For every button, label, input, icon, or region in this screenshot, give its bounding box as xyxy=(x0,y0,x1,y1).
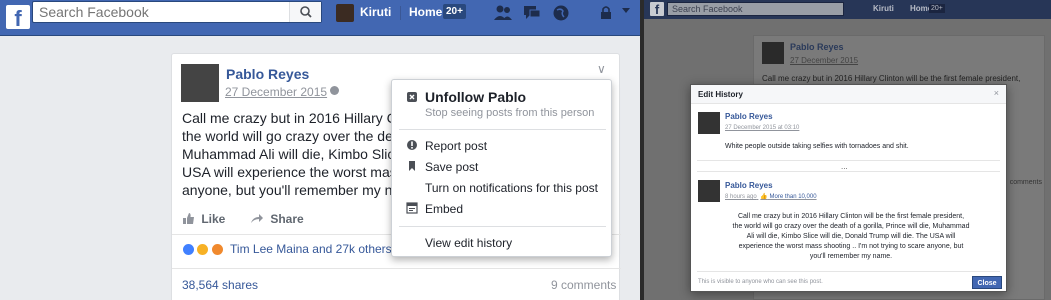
haha-reaction-icon xyxy=(210,243,224,257)
reactions-text: Tim Lee Maina and 27k others xyxy=(230,242,392,256)
post-text-line: Call me crazy but in 2016 Hillary Clint xyxy=(182,110,394,126)
privacy-lock-icon[interactable] xyxy=(598,2,614,24)
report-post-label: Report post xyxy=(425,139,488,153)
user-avatar[interactable] xyxy=(336,4,354,22)
post-author: Pablo Reyes xyxy=(790,42,844,52)
globe-notifications-icon[interactable] xyxy=(550,2,572,24)
history-author[interactable]: Pablo Reyes xyxy=(725,181,773,190)
share-button[interactable]: Share xyxy=(250,212,304,226)
post-text: Call me crazy but in 2016 Hillary Clint … xyxy=(182,109,394,199)
facebook-logo[interactable]: f xyxy=(6,5,30,29)
unfollow-icon xyxy=(407,92,417,102)
history-date: 8 hours ago 👍 More than 10,000 xyxy=(725,193,817,200)
thumbs-up-icon: 👍 xyxy=(760,194,768,200)
divider xyxy=(172,268,621,269)
post-date[interactable]: 27 December 2015 xyxy=(225,85,327,99)
search-placeholder: Search Facebook xyxy=(672,4,743,14)
close-icon[interactable]: × xyxy=(994,88,999,98)
share-arrow-icon xyxy=(251,214,263,223)
search-icon xyxy=(300,6,312,18)
save-post-label: Save post xyxy=(425,160,479,174)
view-edit-history-label: View edit history xyxy=(425,236,513,250)
home-badge: 20+ xyxy=(443,4,466,19)
post-text-line: anyone, but you'll remember my name xyxy=(182,182,394,198)
report-icon xyxy=(407,140,417,150)
user-name-link[interactable]: Kiruti xyxy=(873,4,894,13)
edit-history-dialog: Edit History × Pablo Reyes 27 December 2… xyxy=(690,84,1007,292)
share-label: Share xyxy=(270,212,304,226)
visibility-note: This is visible to anyone who can see th… xyxy=(698,279,823,285)
user-name-link[interactable]: Kiruti xyxy=(360,5,391,19)
history-text-line: experience the worst mass shooting .. I'… xyxy=(738,243,964,250)
left-screenshot: f Kiruti Home 20+ Pablo Reyes 27 Decembe… xyxy=(0,0,640,300)
search-button[interactable] xyxy=(289,2,321,22)
history-text: Call me crazy but in 2016 Hillary Clinto… xyxy=(711,212,991,262)
like-label: Like xyxy=(201,212,226,226)
public-globe-icon xyxy=(330,86,339,95)
thumbs-up-icon xyxy=(183,213,194,224)
author-avatar xyxy=(762,42,784,64)
account-menu-arrow-icon[interactable] xyxy=(620,5,632,17)
home-badge: 20+ xyxy=(929,4,945,13)
like-reaction-icon xyxy=(182,243,195,257)
history-text-line: you'll remember my name. xyxy=(809,253,893,260)
embed-label: Embed xyxy=(425,202,464,216)
view-edit-history-item[interactable]: View edit history xyxy=(392,233,613,253)
messages-icon[interactable] xyxy=(521,2,543,24)
history-text: White people outside taking selfies with… xyxy=(725,143,909,150)
more-versions[interactable]: ... xyxy=(841,162,848,171)
top-bar: f Search Facebook Kiruti Home 20+ xyxy=(644,0,1051,19)
comments-count[interactable]: 9 comments xyxy=(551,278,616,292)
divider xyxy=(399,226,606,227)
divider xyxy=(697,271,1000,272)
unfollow-description: Stop seeing posts from this person xyxy=(425,107,595,119)
history-date-text[interactable]: 8 hours ago xyxy=(725,194,757,200)
search-box[interactable] xyxy=(32,1,322,23)
dialog-title: Edit History xyxy=(698,90,743,99)
author-avatar[interactable] xyxy=(698,180,720,202)
post-text-line: USA will experience the worst mass s xyxy=(182,164,394,180)
post-text-line: the world will go crazy over the death xyxy=(182,128,394,144)
top-bar: f Kiruti Home 20+ xyxy=(0,0,640,36)
wow-reaction-icon xyxy=(196,243,210,257)
post-text-line: Muhammad Ali will die, Kimbo Slice w xyxy=(182,146,394,162)
author-avatar[interactable] xyxy=(698,112,720,134)
search-box[interactable]: Search Facebook xyxy=(667,2,844,16)
reactions-row[interactable]: Tim Lee Maina and 27k others xyxy=(182,242,392,257)
embed-icon xyxy=(406,202,418,214)
save-post-item[interactable]: Save post xyxy=(392,157,613,177)
notifications-item[interactable]: Turn on notifications for this post xyxy=(392,178,613,198)
shares-count[interactable]: 38,564 shares xyxy=(182,278,258,292)
divider xyxy=(400,6,401,20)
right-screenshot: f Search Facebook Kiruti Home 20+ Pablo … xyxy=(644,0,1051,300)
post-text: Call me crazy but in 2016 Hillary Clinto… xyxy=(762,74,1021,83)
report-post-item[interactable]: Report post xyxy=(392,136,613,156)
like-button[interactable]: Like xyxy=(182,212,225,226)
audience-text[interactable]: More than 10,000 xyxy=(770,194,817,200)
chevron-down-icon[interactable]: ∨ xyxy=(597,62,606,76)
comments-count: comments xyxy=(1009,179,1042,186)
notifications-label: Turn on notifications for this post xyxy=(425,181,598,195)
post-date: 27 December 2015 xyxy=(790,56,859,65)
unfollow-option[interactable]: Unfollow Pablo xyxy=(425,89,526,105)
post-options-menu: Unfollow Pablo Stop seeing posts from th… xyxy=(391,79,612,257)
divider xyxy=(697,171,1000,172)
embed-item[interactable]: Embed xyxy=(392,199,613,219)
history-text-line: the world will go crazy over the death o… xyxy=(732,223,970,230)
history-text-line: Ali will die, Kimbo Slice will die, Dona… xyxy=(746,233,956,240)
post-author[interactable]: Pablo Reyes xyxy=(226,66,309,82)
author-avatar[interactable] xyxy=(181,64,219,102)
bookmark-icon xyxy=(409,161,415,171)
facebook-logo[interactable]: f xyxy=(650,2,664,16)
home-link[interactable]: Home xyxy=(409,5,442,19)
close-button[interactable]: Close xyxy=(972,276,1002,289)
history-author[interactable]: Pablo Reyes xyxy=(725,112,773,121)
history-text-line: Call me crazy but in 2016 Hillary Clinto… xyxy=(737,213,965,220)
friend-requests-icon[interactable] xyxy=(492,2,514,24)
divider xyxy=(697,160,1000,161)
dialog-header: Edit History × xyxy=(691,85,1006,104)
history-date[interactable]: 27 December 2015 at 03:10 xyxy=(725,125,799,131)
search-input[interactable] xyxy=(33,2,288,22)
divider xyxy=(399,129,606,130)
